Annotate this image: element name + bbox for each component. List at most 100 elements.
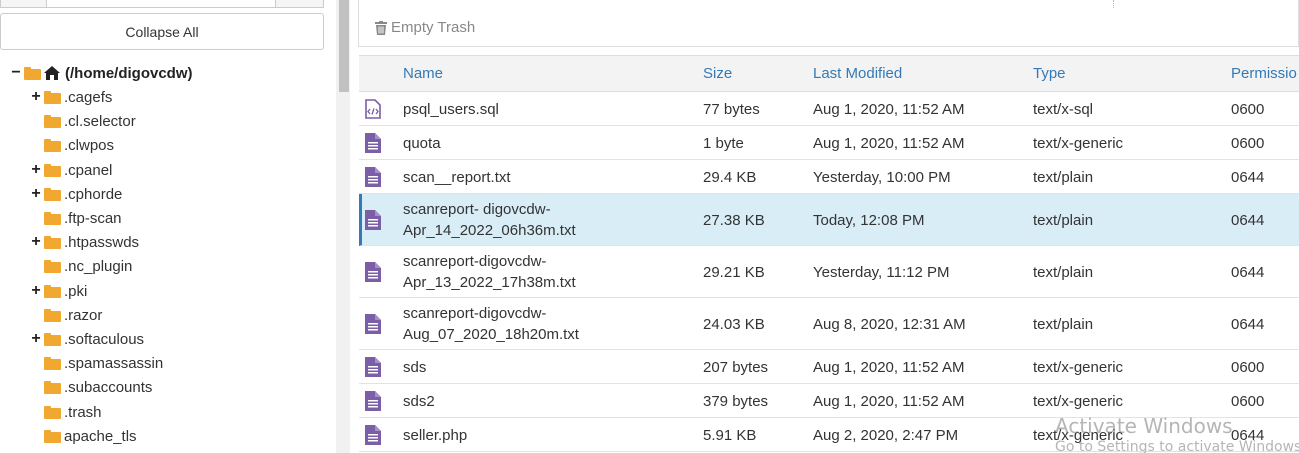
column-header-name[interactable]: Name <box>403 65 443 82</box>
table-row[interactable]: scan__report.txt 29.4 KB Yesterday, 10:00 … <box>359 160 1299 194</box>
file-type: text/plain <box>1033 264 1094 281</box>
tree-item[interactable]: apache_tls <box>30 426 137 446</box>
expand-toggle-icon[interactable]: + <box>30 162 42 178</box>
file-name[interactable]: scanreport-digovcdw- <box>403 303 546 324</box>
file-permissions: 0644 <box>1231 264 1265 281</box>
file-type: text/plain <box>1033 316 1094 333</box>
tree-scrollbar-thumb[interactable] <box>339 0 349 92</box>
expand-toggle-icon[interactable]: + <box>30 186 42 202</box>
file-last-modified: Yesterday, 10:00 PM <box>813 169 951 186</box>
folder-icon <box>44 235 61 249</box>
toggle-spacer <box>30 357 42 369</box>
toggle-spacer <box>30 260 42 272</box>
folder-icon <box>44 332 61 346</box>
tree-path-input[interactable] <box>46 0 276 8</box>
tree-item[interactable]: .razor <box>30 305 102 325</box>
expand-toggle-icon[interactable]: + <box>30 234 42 250</box>
file-name[interactable]: quota <box>403 133 441 154</box>
file-last-modified: Aug 8, 2020, 12:31 AM <box>813 316 966 333</box>
table-row[interactable]: scanreport- digovcdw- Apr_14_2022_06h36m.… <box>359 194 1299 246</box>
tree-item-label: .ftp-scan <box>64 209 122 227</box>
file-name-continued: Apr_13_2022_17h38m.txt <box>403 274 576 291</box>
file-size: 207 bytes <box>703 359 769 376</box>
file-type: text/x-sql <box>1033 101 1094 118</box>
collapse-all-button[interactable]: Collapse All <box>0 13 324 50</box>
folder-icon <box>44 211 61 225</box>
file-name[interactable]: seller.php <box>403 425 467 446</box>
file-name[interactable]: scanreport-digovcdw- <box>403 251 546 272</box>
tree-item[interactable]: .cl.selector <box>30 111 136 131</box>
table-header: Name Size Last Modified Type Permissio <box>359 55 1299 92</box>
expand-toggle-icon[interactable]: + <box>30 89 42 105</box>
file-permissions: 0644 <box>1231 212 1265 229</box>
tree-item[interactable]: .nc_plugin <box>30 256 132 276</box>
file-last-modified: Aug 2, 2020, 2:47 PM <box>813 427 959 444</box>
folder-icon <box>44 284 61 298</box>
tree-root-home[interactable]: − (/home/digovcdw) <box>10 63 192 83</box>
file-size: 379 bytes <box>703 393 769 410</box>
table-row[interactable]: psql_users.sql 77 bytes Aug 1, 2020, 11:52… <box>359 92 1299 126</box>
table-row[interactable]: sds 207 bytes Aug 1, 2020, 11:52 AM text/x-… <box>359 350 1299 384</box>
tree-item-label: .htpasswds <box>64 233 140 251</box>
file-toolbar: Empty Trash <box>358 0 1299 47</box>
tree-control-left[interactable] <box>0 0 47 8</box>
file-last-modified: Aug 1, 2020, 11:52 AM <box>813 359 965 376</box>
file-name-continued: Aug_07_2020_18h20m.txt <box>403 326 579 343</box>
code-file-icon <box>365 99 381 119</box>
toggle-spacer <box>30 115 42 127</box>
tree-item[interactable]: + .htpasswds <box>30 232 139 252</box>
file-size: 5.91 KB <box>703 427 757 444</box>
tree-item[interactable]: .subaccounts <box>30 377 152 397</box>
file-name[interactable]: sds2 <box>403 391 435 412</box>
folder-icon <box>44 114 61 128</box>
table-row[interactable]: scanreport-digovcdw- Aug_07_2020_18h20m.t… <box>359 298 1299 350</box>
tree-item[interactable]: + .softaculous <box>30 329 144 349</box>
file-permissions: 0600 <box>1231 101 1265 118</box>
tree-item-label: apache_tls <box>64 427 137 445</box>
file-name[interactable]: scanreport- digovcdw- <box>403 199 551 220</box>
text-file-icon <box>365 314 381 334</box>
file-type: text/x-generic <box>1033 393 1124 410</box>
column-header-permissions[interactable]: Permissio <box>1231 65 1297 82</box>
toggle-spacer <box>30 212 42 224</box>
column-header-type[interactable]: Type <box>1033 65 1066 82</box>
tree-item[interactable]: .ftp-scan <box>30 208 122 228</box>
tree-item-label: .cphorde <box>64 185 123 203</box>
tree-control-right[interactable] <box>275 0 324 8</box>
column-header-size[interactable]: Size <box>703 65 732 82</box>
file-permissions: 0600 <box>1231 359 1265 376</box>
empty-trash-button[interactable]: Empty Trash <box>375 19 475 36</box>
table-row[interactable]: quota 1 byte Aug 1, 2020, 11:52 AM text/x-g… <box>359 126 1299 160</box>
folder-icon <box>44 90 61 104</box>
file-name[interactable]: scan__report.txt <box>403 167 511 188</box>
tree-item[interactable]: + .cpanel <box>30 160 112 180</box>
file-type: text/plain <box>1033 169 1094 186</box>
file-permissions: 0644 <box>1231 316 1265 333</box>
tree-item[interactable]: + .cphorde <box>30 184 122 204</box>
folder-icon <box>44 187 61 201</box>
column-header-last-modified[interactable]: Last Modified <box>813 65 902 82</box>
table-row[interactable]: sds2 379 bytes Aug 1, 2020, 11:52 AM text/x… <box>359 384 1299 418</box>
activate-windows-watermark: Activate Windows <box>1055 414 1233 438</box>
file-permissions: 0600 <box>1231 135 1265 152</box>
tree-item[interactable]: + .pki <box>30 281 87 301</box>
folder-icon <box>44 405 61 419</box>
tree-item[interactable]: .clwpos <box>30 135 114 155</box>
text-file-icon <box>365 167 381 187</box>
toggle-spacer <box>30 309 42 321</box>
table-row[interactable]: scanreport-digovcdw- Apr_13_2022_17h38m.t… <box>359 246 1299 298</box>
file-name-continued: Apr_14_2022_06h36m.txt <box>403 222 576 239</box>
tree-item[interactable]: .trash <box>30 402 102 422</box>
tree-item[interactable]: .spamassassin <box>30 353 163 373</box>
expand-toggle-icon[interactable]: + <box>30 283 42 299</box>
expand-toggle-icon[interactable]: + <box>30 331 42 347</box>
file-last-modified: Aug 1, 2020, 11:52 AM <box>813 135 965 152</box>
collapse-toggle-icon[interactable]: − <box>10 65 22 81</box>
open-folder-icon <box>24 66 41 80</box>
file-name[interactable]: psql_users.sql <box>403 99 499 120</box>
tree-item[interactable]: + .cagefs <box>30 87 112 107</box>
file-name[interactable]: sds <box>403 357 426 378</box>
file-type: text/plain <box>1033 212 1094 229</box>
file-type: text/x-generic <box>1033 359 1124 376</box>
toggle-spacer <box>30 406 42 418</box>
